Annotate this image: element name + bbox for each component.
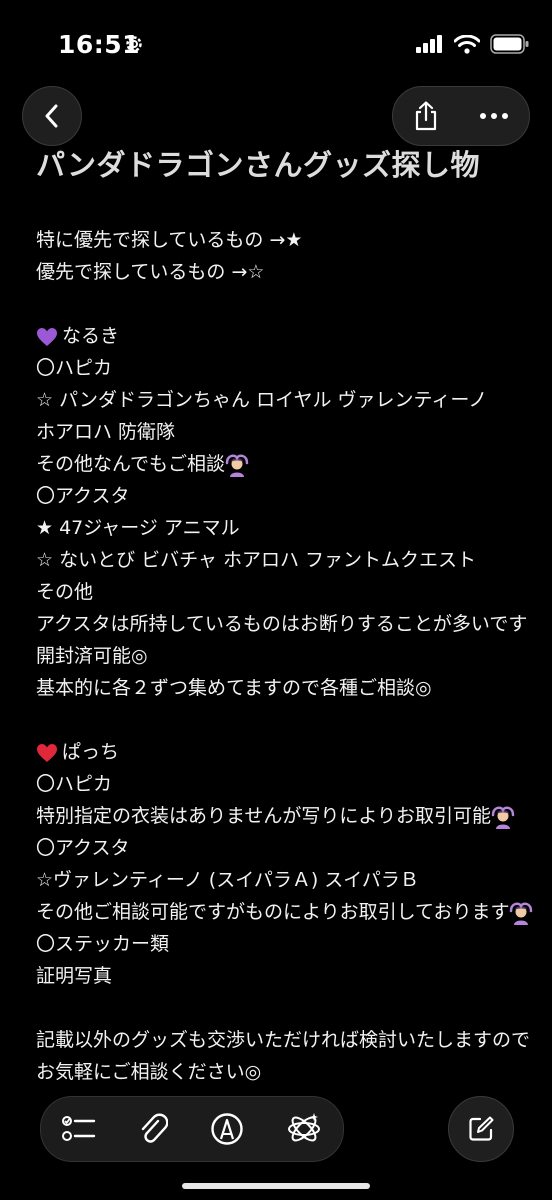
apple-intelligence-icon[interactable] [286, 1111, 322, 1147]
note-actions-pill [392, 86, 530, 146]
note-line: 〇ステッカー類 [36, 933, 170, 955]
section-header-naruki: なるき [36, 320, 526, 352]
note-blank-line [36, 704, 526, 736]
note-line-text: 特別指定の衣装はありませんが写りによりお取引可能 [36, 805, 492, 827]
note-line-with-emoji: その他ご相談可能ですがものによりお取引しております [36, 896, 533, 928]
note-line: 開封済可能◎ [36, 645, 148, 667]
chevron-left-icon [45, 104, 58, 128]
paperclip-icon[interactable] [138, 1112, 168, 1146]
compose-icon [469, 1116, 494, 1141]
person-gesturing-ok-icon [510, 901, 533, 925]
note-line: 特に優先で探しているもの →★ [36, 229, 303, 251]
red-heart-icon [37, 743, 57, 762]
home-indicator [182, 1183, 370, 1189]
note-line: ホアロハ 防衛隊 [36, 421, 176, 443]
gear-icon [126, 36, 142, 52]
note-line-with-emoji: 特別指定の衣装はありませんが写りによりお取引可能 [36, 800, 526, 832]
note-title[interactable]: パンダドラゴンさんグッズ探し物 [36, 142, 480, 184]
note-line: 〇アクスタ [36, 485, 130, 507]
wifi-icon [454, 34, 480, 54]
note-line: ☆ パンダドラゴンちゃん ロイヤル ヴァレンティーノ [36, 389, 488, 411]
note-body[interactable]: 特に優先で探しているもの →★ 優先で探しているもの →☆ なるき 〇ハピカ ☆… [36, 224, 533, 1088]
pen-circle-icon[interactable] [210, 1112, 244, 1146]
note-line-with-emoji: その他なんでもご相談 [36, 448, 526, 480]
cellular-signal-icon [416, 35, 442, 53]
note-line: 〇ハピカ [36, 773, 113, 795]
note-line: ☆ヴァレンティーノ (スイパラＡ) スイパラＢ [36, 869, 419, 891]
section-title: なるき [62, 325, 120, 347]
note-line: ☆ ないとび ビバチャ ホアロハ ファントムクエスト [36, 549, 477, 571]
note-blank-line [36, 288, 526, 320]
note-line: アクスタは所持しているものはお断りすることが多いです [36, 613, 528, 635]
share-icon[interactable] [413, 101, 439, 131]
compose-button[interactable] [448, 1096, 514, 1162]
note-line: 優先で探しているもの →☆ [36, 261, 265, 283]
person-gesturing-ok-icon [225, 453, 249, 477]
status-indicators [416, 34, 530, 54]
person-gesturing-ok-icon [491, 805, 515, 829]
note-blank-line [36, 992, 526, 1024]
section-title: ぱっち [62, 741, 120, 763]
note-line: 記載以外のグッズも交渉いただければ検討いたしますので [36, 1029, 531, 1051]
section-header-pacchi: ぱっち [36, 736, 526, 768]
note-line-text: その他なんでもご相談 [36, 453, 226, 475]
note-line: 〇ハピカ [36, 357, 113, 379]
checklist-icon[interactable] [62, 1114, 96, 1144]
note-line: 基本的に各２ずつ集めてますので各種ご相談◎ [36, 677, 432, 699]
note-line-text: その他ご相談可能ですがものによりお取引しております [36, 901, 510, 923]
note-line: 〇アクスタ [36, 837, 130, 859]
battery-icon [490, 34, 529, 54]
purple-heart-icon [37, 327, 57, 346]
status-bar: 16:51 [0, 0, 552, 90]
ellipsis-icon[interactable] [479, 112, 509, 120]
note-line: その他 [36, 581, 94, 603]
note-line: 証明写真 [36, 965, 113, 987]
back-button[interactable] [22, 86, 82, 146]
bottom-toolbar [40, 1096, 344, 1162]
note-line: ★ 47ジャージ アニマル [36, 517, 240, 539]
note-line: お気軽にご相談ください◎ [36, 1061, 262, 1083]
